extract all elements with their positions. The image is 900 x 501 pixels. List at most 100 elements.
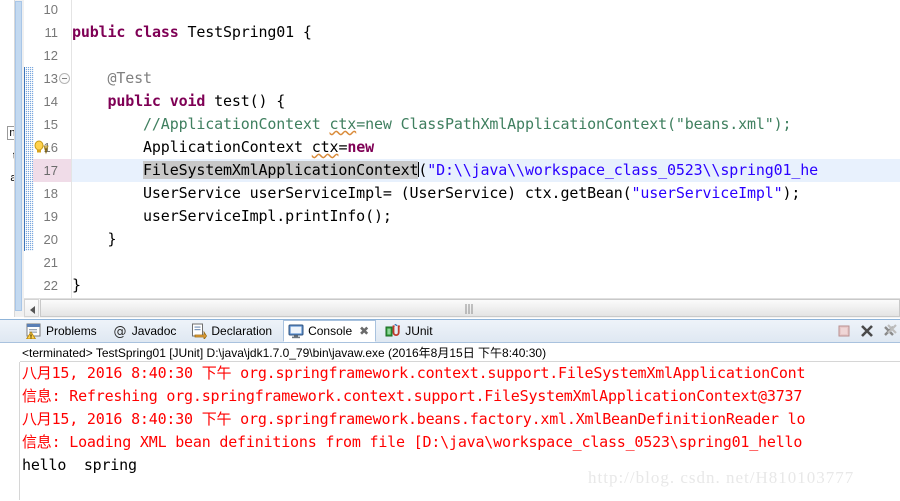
- svg-text:@: @: [113, 325, 126, 340]
- code-token: "D:\\java\\workspace_class_0523\\spring0…: [427, 161, 819, 179]
- code-token: FileSystemXmlApplicationContext: [143, 161, 419, 179]
- code-token: ctx: [329, 115, 357, 133]
- launch-configuration-label: <terminated> TestSpring01 [JUnit] D:\jav…: [22, 346, 547, 360]
- line-number: 13: [43, 71, 58, 86]
- code-line[interactable]: public void test() {: [72, 90, 286, 113]
- code-token: @Test: [107, 69, 153, 87]
- line-number: 20: [43, 232, 58, 247]
- javadoc-icon: @: [112, 323, 128, 340]
- code-token: (: [418, 161, 428, 179]
- gutter-row[interactable]: 19: [24, 205, 71, 228]
- junit-icon: [385, 323, 401, 339]
- scroll-grip-icon: [465, 304, 475, 314]
- gutter-row[interactable]: 13: [24, 67, 71, 90]
- line-number: 14: [43, 94, 58, 109]
- line-number: 11: [44, 25, 59, 40]
- fold-collapse-icon[interactable]: [59, 73, 70, 84]
- line-number: 19: [43, 209, 58, 224]
- line-number-gutter[interactable]: 1011121314151617181920212223: [24, 0, 71, 317]
- code-line[interactable]: }: [72, 274, 81, 297]
- code-token: //ApplicationContext: [143, 115, 330, 133]
- tab-label: Problems: [46, 323, 97, 338]
- line-number: 18: [43, 186, 58, 201]
- line-number: 10: [43, 2, 58, 17]
- explorer-scroll-thumb[interactable]: [15, 1, 22, 311]
- package-explorer-strip[interactable]: .s .s .s ns te ac: [0, 0, 24, 317]
- code-token: }: [72, 230, 117, 248]
- code-line[interactable]: userServiceImpl.printInfo();: [72, 205, 392, 228]
- gutter-row[interactable]: 10: [24, 0, 71, 21]
- gutter-row[interactable]: 17: [24, 159, 71, 182]
- code-line[interactable]: public class TestSpring01 {: [72, 21, 312, 44]
- code-token: }: [72, 276, 81, 294]
- console-line: 八月15, 2016 8:40:30 下午 org.springframewor…: [22, 364, 806, 382]
- code-text-area[interactable]: public class TestSpring01 { @Test public…: [72, 0, 900, 317]
- tab-problems[interactable]: Problems: [22, 320, 103, 342]
- quickfix-warning-icon[interactable]: [33, 140, 49, 156]
- tab-label: JUnit: [405, 323, 433, 338]
- problems-icon: [25, 323, 42, 340]
- code-token: UserService userServiceImpl= (UserServic…: [72, 184, 632, 202]
- code-token: =: [338, 138, 348, 156]
- code-line[interactable]: FileSystemXmlApplicationContext("D:\\jav…: [72, 159, 818, 182]
- gutter-row[interactable]: 21: [24, 251, 71, 274]
- declaration-icon: [191, 323, 208, 341]
- tab-label: Javadoc: [131, 323, 177, 338]
- code-token: TestSpring01 {: [178, 23, 312, 41]
- tab-console[interactable]: Console ✖: [283, 320, 377, 342]
- editor-horizontal-scrollbar[interactable]: [24, 298, 900, 318]
- line-number: 21: [43, 255, 58, 270]
- console-icon: [288, 323, 304, 339]
- code-line[interactable]: @Test: [72, 67, 153, 90]
- code-token: userServiceImpl.printInfo();: [72, 207, 392, 225]
- code-token: test() {: [205, 92, 286, 110]
- gutter-row[interactable]: 18: [24, 182, 71, 205]
- horizontal-scroll-thumb[interactable]: [40, 299, 900, 317]
- close-icon[interactable]: ✖: [359, 321, 369, 342]
- gutter-row[interactable]: 16: [24, 136, 71, 159]
- gutter-row[interactable]: 14: [24, 90, 71, 113]
- code-line[interactable]: UserService userServiceImpl= (UserServic…: [72, 182, 800, 205]
- tab-javadoc[interactable]: @ Javadoc: [108, 320, 183, 342]
- console-line: 八月15, 2016 8:40:30 下午 org.springframewor…: [22, 410, 806, 428]
- code-token: );: [782, 184, 801, 202]
- gutter-row[interactable]: 22: [24, 274, 71, 297]
- tab-label: Declaration: [211, 323, 273, 338]
- code-token: new: [347, 138, 374, 156]
- code-token: ctx: [311, 138, 339, 156]
- gutter-row[interactable]: 15: [24, 113, 71, 136]
- console-toolbar[interactable]: [836, 321, 898, 341]
- panel-tab-bar[interactable]: Problems @ Javadoc Declaration Console ✖ JUnit: [0, 320, 900, 343]
- code-line[interactable]: ApplicationContext ctx=new: [72, 136, 374, 159]
- console-line: 信息: Loading XML bean definitions from fi…: [22, 433, 803, 451]
- console-line: 信息: Refreshing org.springframework.conte…: [22, 387, 803, 405]
- code-token: "userServiceImpl": [631, 184, 783, 202]
- scroll-left-arrow-icon[interactable]: [24, 299, 39, 317]
- tab-declaration[interactable]: Declaration: [187, 320, 278, 342]
- line-number: 12: [43, 48, 58, 63]
- code-line[interactable]: }: [72, 228, 117, 251]
- gutter-row[interactable]: 11: [24, 21, 71, 44]
- line-number: 15: [43, 117, 58, 132]
- code-line[interactable]: //ApplicationContext ctx=new ClassPathXm…: [72, 113, 791, 136]
- gutter-row[interactable]: 12: [24, 44, 71, 67]
- console-line: hello spring: [22, 456, 137, 474]
- code-token: void: [169, 92, 206, 110]
- code-token: public: [72, 23, 126, 41]
- remove-launch-button[interactable]: [859, 323, 875, 339]
- code-token: public: [107, 92, 161, 110]
- terminate-button[interactable]: [836, 323, 852, 339]
- code-editor[interactable]: 1011121314151617181920212223 public clas…: [24, 0, 900, 317]
- tab-label: Console: [308, 323, 353, 338]
- tab-junit[interactable]: JUnit: [381, 320, 438, 342]
- watermark-text: http://blog. csdn. net/H810103777: [588, 468, 855, 487]
- line-number: 17: [43, 163, 58, 178]
- remove-all-terminated-button[interactable]: [882, 323, 898, 339]
- eclipse-window: .s .s .s ns te ac 10 11 12 13 14 15 16 17 18 19 20…: [0, 0, 900, 501]
- gutter-row[interactable]: 20: [24, 228, 71, 251]
